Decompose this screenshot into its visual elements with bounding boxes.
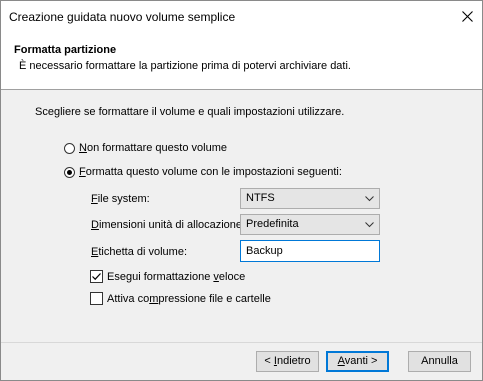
checkmark-icon <box>92 273 101 281</box>
allocation-label: Dimensioni unità di allocazione: <box>91 219 246 231</box>
quick-format-label[interactable]: Esegui formattazione veloce <box>107 271 245 283</box>
allocation-select[interactable]: Predefinita <box>240 214 380 235</box>
wizard-body: Scegliere se formattare il volume e qual… <box>1 90 482 350</box>
no-format-label[interactable]: Non formattare questo volume <box>79 142 227 154</box>
file-system-label: File system: <box>91 193 150 205</box>
wizard-footer: < Indietro Avanti > Annulla <box>1 342 482 380</box>
format-radio[interactable] <box>64 167 75 178</box>
wizard-header: Formatta partizione È necessario formatt… <box>1 31 482 90</box>
file-system-select[interactable]: NTFS <box>240 188 380 209</box>
allocation-value: Predefinita <box>246 218 299 230</box>
file-system-value: NTFS <box>246 192 275 204</box>
chevron-down-icon <box>365 222 374 228</box>
close-icon <box>461 10 473 22</box>
page-subtitle: È necessario formattare la partizione pr… <box>19 60 351 72</box>
window-title: Creazione guidata nuovo volume semplice <box>9 10 236 24</box>
format-label[interactable]: Formatta questo volume con le impostazio… <box>79 166 342 178</box>
compression-checkbox[interactable] <box>90 292 103 305</box>
no-format-radio[interactable] <box>64 143 75 154</box>
volume-label-field[interactable] <box>240 240 380 262</box>
instruction-text: Scegliere se formattare il volume e qual… <box>35 106 345 118</box>
volume-label-label: Etichetta di volume: <box>91 246 187 258</box>
quick-format-checkbox[interactable] <box>90 270 103 283</box>
next-button[interactable]: Avanti > <box>326 351 389 372</box>
chevron-down-icon <box>365 196 374 202</box>
page-title: Formatta partizione <box>14 44 117 56</box>
compression-label[interactable]: Attiva compressione file e cartelle <box>107 293 271 305</box>
wizard-window: Creazione guidata nuovo volume semplice … <box>0 0 483 381</box>
volume-label-input[interactable] <box>241 241 379 261</box>
back-button[interactable]: < Indietro <box>256 351 319 372</box>
cancel-button[interactable]: Annulla <box>408 351 471 372</box>
title-bar: Creazione guidata nuovo volume semplice <box>1 1 482 31</box>
close-button[interactable] <box>456 5 478 27</box>
